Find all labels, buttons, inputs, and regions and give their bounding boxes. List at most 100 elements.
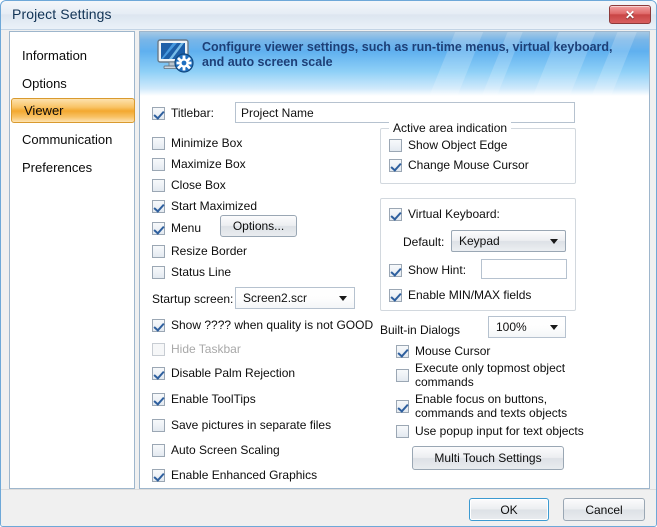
virtual-keyboard-default-label: Default: (403, 235, 445, 249)
menu-options-button[interactable]: Options... (220, 215, 297, 237)
builtin-dialogs-scale-select[interactable]: 100% (488, 316, 566, 338)
multi-touch-settings-button[interactable]: Multi Touch Settings (412, 446, 564, 470)
minimize-box-checkbox[interactable]: Minimize Box (152, 136, 242, 150)
monitor-gear-icon (157, 39, 194, 73)
disable-palm-rejection-checkbox[interactable]: Disable Palm Rejection (152, 366, 295, 380)
save-pictures-separate-checkbox[interactable]: Save pictures in separate files (152, 418, 331, 432)
sidebar-item-options[interactable]: Options (10, 70, 136, 96)
checkbox-indicator (152, 222, 165, 235)
checkbox-indicator (389, 289, 402, 302)
virtual-keyboard-checkbox[interactable]: Virtual Keyboard: (389, 207, 500, 221)
checkbox-indicator (152, 107, 165, 120)
checkbox-label: Show Hint: (408, 263, 467, 277)
checkbox-label: Auto Screen Scaling (171, 443, 280, 457)
startup-screen-select[interactable]: Screen2.scr (235, 287, 355, 309)
enable-focus-objects-checkbox[interactable]: Enable focus on buttons, commands and te… (396, 392, 582, 420)
checkbox-indicator (152, 393, 165, 406)
ok-button-label: OK (500, 502, 518, 517)
checkbox-indicator (152, 158, 165, 171)
close-box-checkbox[interactable]: Close Box (152, 178, 226, 192)
checkbox-label: Minimize Box (171, 136, 243, 150)
enable-minmax-fields-checkbox[interactable]: Enable MIN/MAX fields (389, 288, 531, 302)
builtin-dialogs-label: Built-in Dialogs (380, 323, 461, 337)
checkbox-label: Enable ToolTips (171, 392, 256, 406)
builtin-dialogs-scale-value: 100% (496, 320, 527, 334)
chevron-down-icon (550, 325, 558, 330)
checkbox-indicator (152, 444, 165, 457)
checkbox-label: Save pictures in separate files (171, 418, 332, 432)
resize-border-checkbox[interactable]: Resize Border (152, 244, 247, 258)
checkbox-label: Change Mouse Cursor (408, 158, 529, 172)
use-popup-input-checkbox[interactable]: Use popup input for text objects (396, 424, 584, 438)
project-settings-dialog: Project Settings ✕ Information Options V… (0, 0, 657, 527)
checkbox-indicator (389, 208, 402, 221)
checkbox-indicator (152, 343, 165, 356)
sidebar-item-label: Options (22, 75, 67, 91)
titlebar-text-value: Project Name (241, 105, 314, 120)
chevron-down-icon (550, 239, 558, 244)
checkbox-indicator (396, 345, 409, 358)
menu-checkbox[interactable]: Menu (152, 221, 201, 235)
show-object-edge-checkbox[interactable]: Show Object Edge (389, 138, 507, 152)
enable-enhanced-graphics-checkbox[interactable]: Enable Enhanced Graphics (152, 468, 317, 482)
ok-button[interactable]: OK (469, 498, 549, 521)
checkbox-indicator (152, 245, 165, 258)
sidebar-item-label: Preferences (22, 159, 93, 175)
checkbox-label: Enable focus on buttons, commands and te… (415, 392, 568, 420)
checkbox-label: Disable Palm Rejection (171, 366, 296, 380)
cancel-button-label: Cancel (585, 502, 623, 517)
status-line-checkbox[interactable]: Status Line (152, 265, 231, 279)
dialog-footer: OK Cancel (1, 489, 656, 526)
checkbox-label: Show Object Edge (408, 138, 508, 152)
checkbox-label: Virtual Keyboard: (408, 207, 500, 221)
titlebar-checkbox[interactable]: Titlebar: (152, 106, 214, 120)
checkbox-label: Maximize Box (171, 157, 246, 171)
sidebar-item-information[interactable]: Information (10, 42, 136, 68)
panel-banner-text: Configure viewer settings, such as run-t… (202, 40, 613, 69)
checkbox-indicator (152, 319, 165, 332)
cancel-button[interactable]: Cancel (563, 498, 645, 521)
checkbox-label: Status Line (171, 265, 232, 279)
viewer-settings-panel: Configure viewer settings, such as run-t… (139, 31, 650, 489)
checkbox-label: Mouse Cursor (415, 344, 491, 358)
change-mouse-cursor-checkbox[interactable]: Change Mouse Cursor (389, 158, 529, 172)
checkbox-indicator (152, 469, 165, 482)
checkbox-label: Show ???? when quality is not GOOD (171, 318, 374, 332)
panel-banner: Configure viewer settings, such as run-t… (140, 32, 649, 96)
checkbox-indicator (389, 264, 402, 277)
sidebar-item-preferences[interactable]: Preferences (10, 154, 136, 180)
checkbox-label: Enable MIN/MAX fields (408, 288, 532, 302)
auto-screen-scaling-checkbox[interactable]: Auto Screen Scaling (152, 443, 280, 457)
chevron-down-icon (339, 296, 347, 301)
enable-tooltips-checkbox[interactable]: Enable ToolTips (152, 392, 256, 406)
virtual-keyboard-group: Virtual Keyboard: Default: Keypad Show H… (380, 198, 576, 311)
close-button[interactable]: ✕ (609, 5, 651, 24)
window-title: Project Settings (12, 6, 112, 22)
checkbox-indicator (152, 137, 165, 150)
sidebar-item-communication[interactable]: Communication (10, 126, 136, 152)
sidebar-item-viewer[interactable]: Viewer (11, 98, 135, 123)
show-hint-checkbox[interactable]: Show Hint: (389, 263, 466, 277)
checkbox-indicator (389, 159, 402, 172)
titlebar-text-input[interactable]: Project Name (235, 102, 575, 123)
checkbox-indicator (152, 179, 165, 192)
checkbox-label: Hide Taskbar (171, 342, 241, 356)
close-icon: ✕ (624, 7, 636, 22)
titlebar-checkbox-label: Titlebar: (171, 106, 214, 120)
checkbox-indicator (152, 419, 165, 432)
checkbox-indicator (152, 266, 165, 279)
mouse-cursor-checkbox[interactable]: Mouse Cursor (396, 344, 490, 358)
checkbox-indicator (396, 400, 409, 413)
sidebar-item-label: Viewer (24, 103, 64, 118)
start-maximized-checkbox[interactable]: Start Maximized (152, 199, 257, 213)
active-area-indication-title: Active area indication (389, 121, 512, 135)
checkbox-label: Use popup input for text objects (415, 424, 584, 438)
maximize-box-checkbox[interactable]: Maximize Box (152, 157, 246, 171)
hide-taskbar-checkbox: Hide Taskbar (152, 342, 241, 356)
virtual-keyboard-default-select[interactable]: Keypad (451, 230, 566, 252)
show-hint-input[interactable] (481, 259, 567, 279)
show-quality-warning-checkbox[interactable]: Show ???? when quality is not GOOD (152, 318, 373, 332)
multi-touch-settings-button-label: Multi Touch Settings (434, 451, 542, 465)
execute-topmost-object-checkbox[interactable]: Execute only topmost object commands (396, 361, 576, 389)
checkbox-indicator (389, 139, 402, 152)
